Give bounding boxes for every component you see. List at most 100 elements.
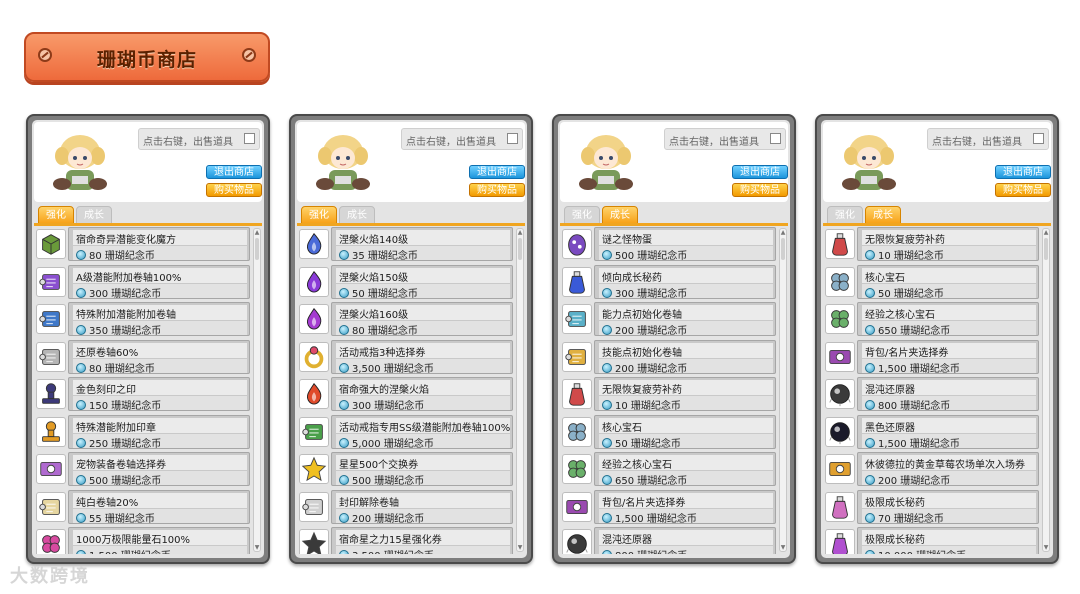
buy-item-button[interactable]: 购买物品 [469,183,525,197]
item-card[interactable]: 能力点初始化卷轴 200 珊瑚纪念币 [594,302,776,337]
sell-hint[interactable]: 点击右键，出售道具 [401,128,523,150]
item-card[interactable]: 特殊潜能附加印章 250 珊瑚纪念币 [68,414,250,450]
item-card[interactable]: 经验之核心宝石 650 珊瑚纪念币 [594,452,776,487]
item-card[interactable]: 宿命奇异潜能变化魔方 80 珊瑚纪念币 [68,227,250,262]
list-item[interactable]: 背包/名片夹选择券 1,500 珊瑚纪念币 [560,489,776,525]
item-card[interactable]: 技能点初始化卷轴 200 珊瑚纪念币 [594,339,776,375]
item-card[interactable]: 活动戒指专用SS级潜能附加卷轴100% 5,000 珊瑚纪念币 [331,414,513,450]
list-item[interactable]: 宿命星之力15星强化券 3,500 珊瑚纪念币 [297,526,513,554]
item-card[interactable]: 无限恢复疲劳补药 10 珊瑚纪念币 [594,377,776,412]
item-card[interactable]: 极限成长秘药 10,000 珊瑚纪念币 [857,527,1039,554]
exit-shop-button[interactable]: 退出商店 [995,165,1051,179]
list-item[interactable]: 星星500个交换券 500 珊瑚纪念币 [297,451,513,487]
item-card[interactable]: 封印解除卷轴 200 珊瑚纪念币 [331,489,513,525]
buy-item-button[interactable]: 购买物品 [995,183,1051,197]
tab-strengthen[interactable]: 强化 [38,206,74,224]
exit-shop-button[interactable]: 退出商店 [732,165,788,179]
item-card[interactable]: 宿命强大的涅槃火焰 300 珊瑚纪念币 [331,377,513,412]
item-card[interactable]: 倾向成长秘药 300 珊瑚纪念币 [594,264,776,300]
scrollbar[interactable]: ▲ ▼ [1042,228,1050,552]
list-item[interactable]: 谜之怪物蛋 500 珊瑚纪念币 [560,226,776,262]
list-item[interactable]: 特殊附加潜能附加卷轴 350 珊瑚纪念币 [34,301,250,337]
list-item[interactable]: 倾向成长秘药 300 珊瑚纪念币 [560,264,776,300]
list-item[interactable]: 涅槃火焰150级 50 珊瑚纪念币 [297,264,513,300]
list-item[interactable]: 活动戒指3种选择券 3,500 珊瑚纪念币 [297,339,513,375]
tab-growth[interactable]: 成长 [865,206,901,224]
item-card[interactable]: 特殊附加潜能附加卷轴 350 珊瑚纪念币 [68,302,250,337]
tab-growth[interactable]: 成长 [339,206,375,224]
list-item[interactable]: 活动戒指专用SS级潜能附加卷轴100% 5,000 珊瑚纪念币 [297,414,513,450]
sell-checkbox[interactable] [244,133,255,144]
list-item[interactable]: 休彼德拉的黄金草莓农场单次入场券 200 珊瑚纪念币 [823,451,1039,487]
list-item[interactable]: 涅槃火焰160级 80 珊瑚纪念币 [297,301,513,337]
buy-item-button[interactable]: 购买物品 [206,183,262,197]
sell-hint[interactable]: 点击右键，出售道具 [138,128,260,150]
list-item[interactable]: 核心宝石 50 珊瑚纪念币 [823,264,1039,300]
list-item[interactable]: 背包/名片夹选择券 1,500 珊瑚纪念币 [823,339,1039,375]
scrollbar[interactable]: ▲ ▼ [253,228,261,552]
list-item[interactable]: 经验之核心宝石 650 珊瑚纪念币 [823,301,1039,337]
scroll-down-icon[interactable]: ▼ [254,544,260,551]
item-card[interactable]: 混沌还原器 800 珊瑚纪念币 [857,377,1039,412]
item-card[interactable]: 黑色还原器 1,500 珊瑚纪念币 [857,414,1039,450]
sell-checkbox[interactable] [770,133,781,144]
item-card[interactable]: 谜之怪物蛋 500 珊瑚纪念币 [594,227,776,262]
tab-strengthen[interactable]: 强化 [564,206,600,224]
list-item[interactable]: 1000万极限能量石100% 1,500 珊瑚纪念币 [34,526,250,554]
list-item[interactable]: 能力点初始化卷轴 200 珊瑚纪念币 [560,301,776,337]
list-item[interactable]: 宿命奇异潜能变化魔方 80 珊瑚纪念币 [34,226,250,262]
item-card[interactable]: 极限成长秘药 70 珊瑚纪念币 [857,489,1039,525]
list-item[interactable]: 无限恢复疲劳补药 10 珊瑚纪念币 [560,376,776,412]
list-item[interactable]: 经验之核心宝石 650 珊瑚纪念币 [560,451,776,487]
list-item[interactable]: 宠物装备卷轴选择券 500 珊瑚纪念币 [34,451,250,487]
exit-shop-button[interactable]: 退出商店 [469,165,525,179]
item-card[interactable]: 金色刻印之印 150 珊瑚纪念币 [68,377,250,412]
sell-hint[interactable]: 点击右键，出售道具 [664,128,786,150]
item-card[interactable]: 宠物装备卷轴选择券 500 珊瑚纪念币 [68,452,250,487]
list-item[interactable]: 混沌还原器 800 珊瑚纪念币 [560,526,776,554]
item-card[interactable]: 涅槃火焰160级 80 珊瑚纪念币 [331,302,513,337]
item-card[interactable]: 还原卷轴60% 80 珊瑚纪念币 [68,339,250,375]
item-card[interactable]: 背包/名片夹选择券 1,500 珊瑚纪念币 [857,339,1039,375]
scroll-up-icon[interactable]: ▲ [780,229,786,236]
item-card[interactable]: 纯白卷轴20% 55 珊瑚纪念币 [68,489,250,525]
list-item[interactable]: 还原卷轴60% 80 珊瑚纪念币 [34,339,250,375]
scroll-down-icon[interactable]: ▼ [1043,544,1049,551]
exit-shop-button[interactable]: 退出商店 [206,165,262,179]
item-card[interactable]: 核心宝石 50 珊瑚纪念币 [594,414,776,450]
list-item[interactable]: 涅槃火焰140级 35 珊瑚纪念币 [297,226,513,262]
scrollbar-thumb[interactable] [781,238,785,260]
list-item[interactable]: 混沌还原器 800 珊瑚纪念币 [823,376,1039,412]
list-item[interactable]: 封印解除卷轴 200 珊瑚纪念币 [297,489,513,525]
list-item[interactable]: 极限成长秘药 70 珊瑚纪念币 [823,489,1039,525]
sell-checkbox[interactable] [1033,133,1044,144]
list-item[interactable]: 核心宝石 50 珊瑚纪念币 [560,414,776,450]
list-item[interactable]: 特殊潜能附加印章 250 珊瑚纪念币 [34,414,250,450]
item-card[interactable]: 宿命星之力15星强化券 3,500 珊瑚纪念币 [331,527,513,554]
tab-growth[interactable]: 成长 [602,206,638,224]
item-card[interactable]: 核心宝石 50 珊瑚纪念币 [857,264,1039,300]
item-card[interactable]: 休彼德拉的黄金草莓农场单次入场券 200 珊瑚纪念币 [857,452,1039,487]
scrollbar-thumb[interactable] [1044,238,1048,260]
tab-strengthen[interactable]: 强化 [301,206,337,224]
item-card[interactable]: 经验之核心宝石 650 珊瑚纪念币 [857,302,1039,337]
list-item[interactable]: 极限成长秘药 10,000 珊瑚纪念币 [823,526,1039,554]
scroll-down-icon[interactable]: ▼ [517,544,523,551]
scrollbar-thumb[interactable] [255,238,259,260]
list-item[interactable]: 纯白卷轴20% 55 珊瑚纪念币 [34,489,250,525]
sell-hint[interactable]: 点击右键，出售道具 [927,128,1049,150]
scrollbar[interactable]: ▲ ▼ [516,228,524,552]
list-item[interactable]: A级潜能附加卷轴100% 300 珊瑚纪念币 [34,264,250,300]
scroll-down-icon[interactable]: ▼ [780,544,786,551]
buy-item-button[interactable]: 购买物品 [732,183,788,197]
item-card[interactable]: 无限恢复疲劳补药 10 珊瑚纪念币 [857,227,1039,262]
tab-strengthen[interactable]: 强化 [827,206,863,224]
tab-growth[interactable]: 成长 [76,206,112,224]
item-card[interactable]: A级潜能附加卷轴100% 300 珊瑚纪念币 [68,264,250,300]
item-card[interactable]: 背包/名片夹选择券 1,500 珊瑚纪念币 [594,489,776,525]
item-card[interactable]: 星星500个交换券 500 珊瑚纪念币 [331,452,513,487]
item-card[interactable]: 1000万极限能量石100% 1,500 珊瑚纪念币 [68,527,250,554]
scrollbar[interactable]: ▲ ▼ [779,228,787,552]
list-item[interactable]: 宿命强大的涅槃火焰 300 珊瑚纪念币 [297,376,513,412]
scroll-up-icon[interactable]: ▲ [254,229,260,236]
